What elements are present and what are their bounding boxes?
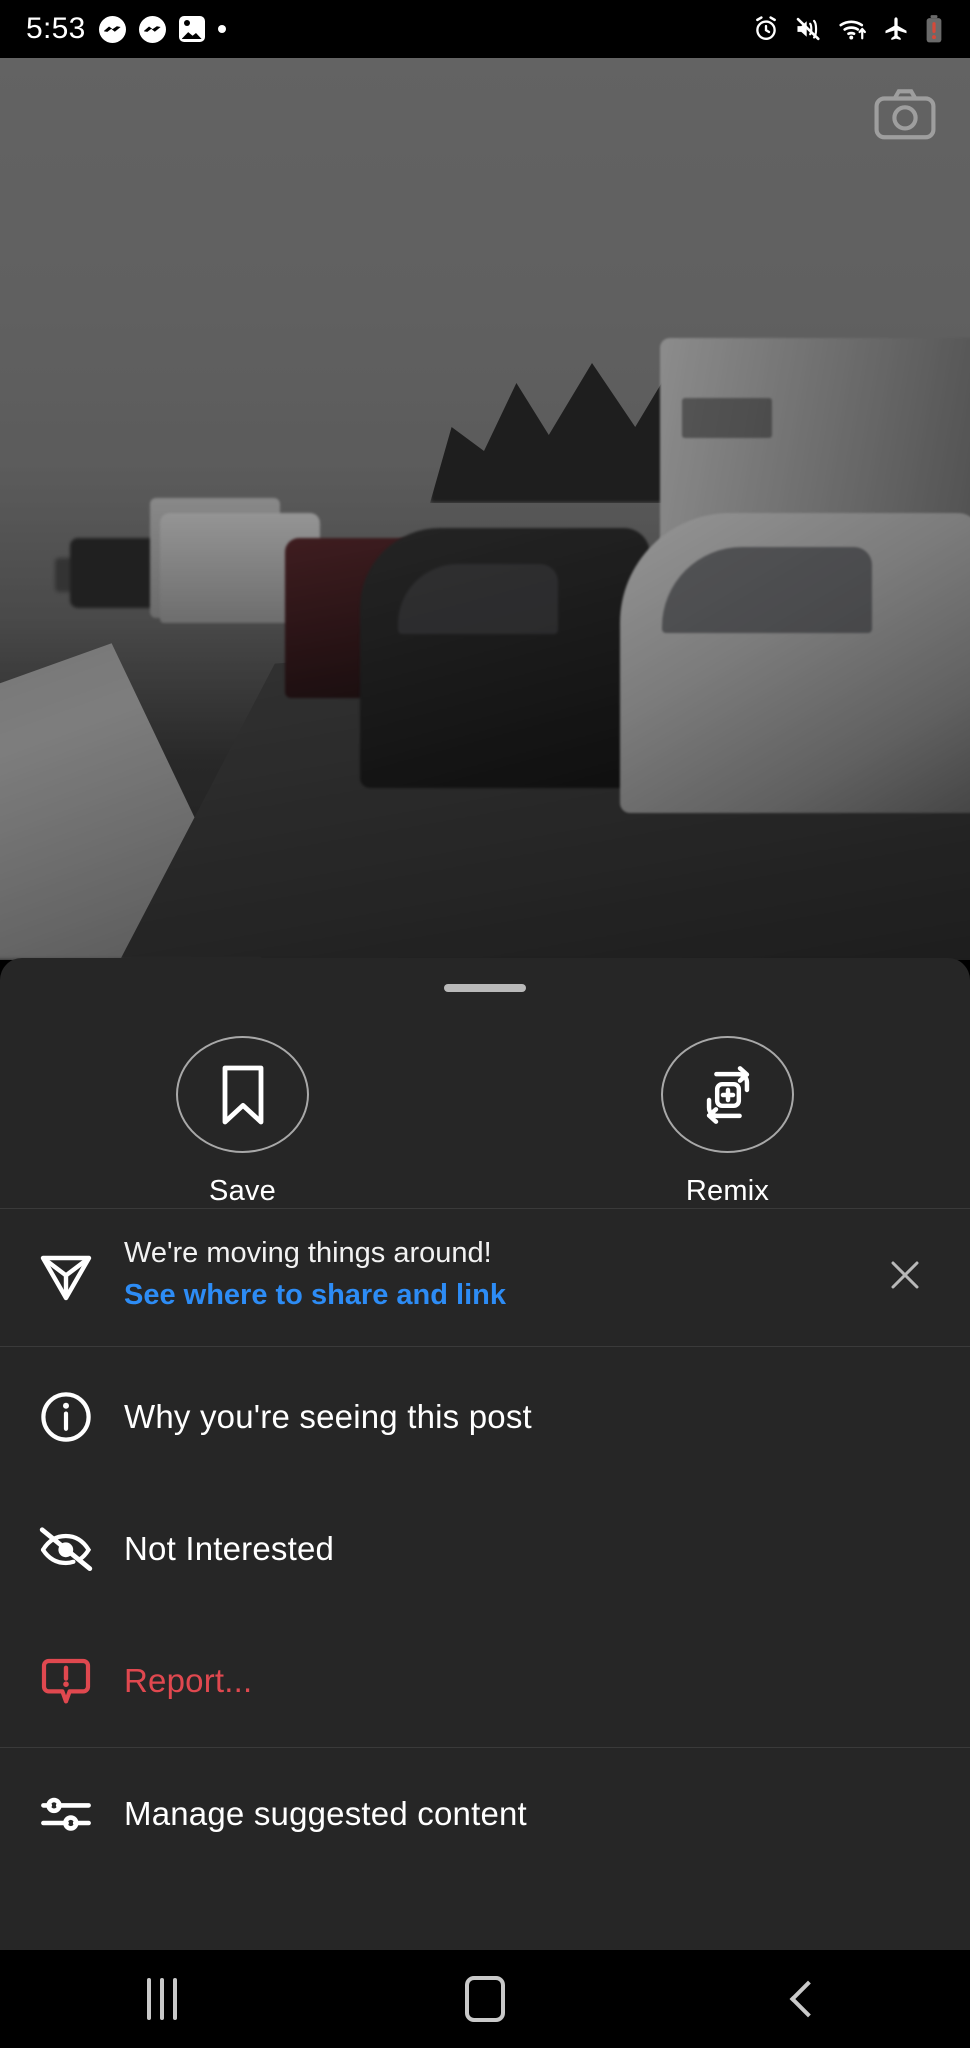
menu-icon-wrap (30, 1525, 102, 1573)
bookmark-icon (222, 1065, 263, 1124)
home-button[interactable] (415, 1950, 555, 2048)
status-bar: 5:53 (0, 0, 970, 58)
menu-item-label: Manage suggested content (124, 1794, 527, 1832)
phone-screen: 5:53 Save Remix We're moving things arou… (0, 0, 970, 2048)
wifi-icon (839, 20, 866, 40)
alarm-icon (756, 16, 776, 40)
system-nav-bar (0, 1950, 970, 2048)
menu-item-why-seeing-post[interactable]: Why you're seeing this post (0, 1351, 970, 1483)
dot-icon (217, 25, 226, 33)
close-icon (891, 1261, 919, 1289)
remix-action[interactable]: Remix (485, 1036, 970, 1208)
menu-item-report[interactable]: Report... (0, 1615, 970, 1747)
report-warning-icon (41, 1658, 91, 1704)
battery-low-icon (926, 15, 942, 43)
info-circle-icon (41, 1391, 91, 1442)
silver-car (620, 513, 970, 813)
bottom-sheet: Save Remix We're moving things around! S… (0, 958, 970, 1950)
photos-icon (178, 16, 205, 42)
save-action[interactable]: Save (0, 1036, 485, 1208)
remix-icon (706, 1065, 749, 1124)
home-icon (464, 1976, 505, 2022)
remix-label: Remix (685, 1175, 770, 1207)
recents-button[interactable] (92, 1950, 232, 2048)
messenger-icon (98, 15, 126, 43)
menu-item-not-interested[interactable]: Not Interested (0, 1483, 970, 1615)
menu-icon-wrap (30, 1655, 102, 1707)
banner-close-button[interactable] (870, 1257, 940, 1293)
black-car (360, 528, 650, 788)
status-bar-clock: 5:53 (26, 12, 86, 45)
eye-off-icon (39, 1526, 93, 1571)
status-bar-right (752, 14, 944, 44)
menu-icon-wrap (30, 1391, 102, 1443)
back-icon (789, 1980, 827, 2018)
menu-item-label: Not Interested (124, 1529, 335, 1567)
airplane-mode-icon (885, 17, 907, 40)
quick-actions: Save Remix (0, 992, 970, 1208)
banner-link[interactable]: See where to share and link (124, 1276, 870, 1315)
banner-title: We're moving things around! (124, 1237, 492, 1269)
remix-button[interactable] (661, 1036, 794, 1153)
vibrate-mute-icon (796, 17, 820, 41)
save-label: Save (209, 1175, 276, 1207)
banner-text: We're moving things around! See where to… (102, 1235, 870, 1316)
share-paper-plane-icon (40, 1256, 92, 1301)
recents-icon (146, 1978, 177, 2020)
menu-icon-wrap (30, 1793, 102, 1835)
sliders-icon (41, 1797, 91, 1831)
video-player[interactable] (0, 58, 970, 960)
drag-handle[interactable] (444, 984, 526, 992)
camera-icon[interactable] (874, 88, 936, 140)
save-button[interactable] (176, 1036, 309, 1153)
menu-item-manage-suggested-content[interactable]: Manage suggested content (0, 1748, 970, 1880)
options-menu: Why you're seeing this post Not Interest… (0, 1347, 970, 1880)
status-bar-left: 5:53 (26, 12, 226, 46)
messenger-icon (138, 15, 166, 43)
banner-icon-wrap (30, 1247, 102, 1303)
back-button[interactable] (738, 1950, 878, 2048)
share-banner[interactable]: We're moving things around! See where to… (0, 1209, 970, 1346)
menu-item-label: Why you're seeing this post (124, 1397, 532, 1435)
menu-item-label: Report... (124, 1661, 253, 1699)
